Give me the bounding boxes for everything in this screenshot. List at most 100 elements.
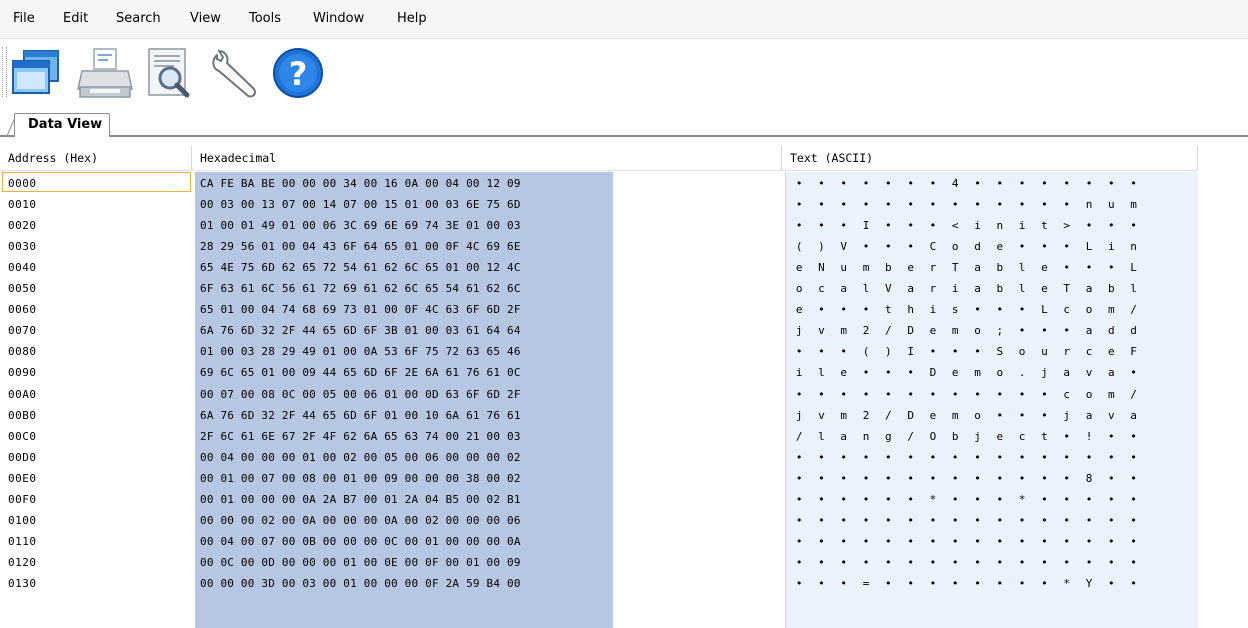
text-cell[interactable]: • • • • • • • • • • • • • • • • xyxy=(788,552,1192,573)
text-cell[interactable]: • • • • • • • • • • • • c o m / xyxy=(788,384,1192,405)
text-cell[interactable]: • • • () I • • • So u r c e F xyxy=(788,341,1192,362)
table-row[interactable]: 0080 01 00 03 28 29 49 01 00 0A 53 6F 75 … xyxy=(0,341,1248,362)
address-cell[interactable]: 00D0 xyxy=(8,447,37,468)
address-cell[interactable]: 0090 xyxy=(8,362,37,383)
hex-cell[interactable]: 01 00 03 28 29 49 01 00 0A 53 6F 75 72 6… xyxy=(200,341,521,362)
help-button[interactable]: ? xyxy=(272,45,330,101)
hex-cell[interactable]: 01 00 01 49 01 00 06 3C 69 6E 69 74 3E 0… xyxy=(200,215,521,236)
hex-cell[interactable]: 00 0C 00 0D 00 00 00 01 00 0E 00 0F 00 0… xyxy=(200,552,521,573)
text-cell[interactable]: • • • = • • • • • • • • * Y • • xyxy=(788,573,1192,594)
text-cell[interactable]: e • • • t h i s • • • Lc o m / xyxy=(788,299,1192,320)
address-cell[interactable]: 0130 xyxy=(8,573,37,594)
address-cell[interactable]: 0020 xyxy=(8,215,37,236)
text-cell[interactable]: • • • • • • • • • • • • • 8 • • xyxy=(788,468,1192,489)
address-cell[interactable]: 00C0 xyxy=(8,426,37,447)
address-cell[interactable]: 00F0 xyxy=(8,489,37,510)
address-cell[interactable]: 0050 xyxy=(8,278,37,299)
hex-cell[interactable]: 00 03 00 13 07 00 14 07 00 15 01 00 03 6… xyxy=(200,194,521,215)
hex-cell[interactable]: 6A 76 6D 32 2F 44 65 6D 6F 3B 01 00 03 6… xyxy=(200,320,521,341)
table-row[interactable]: 0030 28 29 56 01 00 04 43 6F 64 65 01 00 … xyxy=(0,236,1248,257)
address-cell[interactable]: 00E0 xyxy=(8,468,37,489)
text-cell[interactable]: • • • • • • • • • • • • • • • • xyxy=(788,510,1192,531)
address-cell[interactable]: 00B0 xyxy=(8,405,37,426)
address-cell[interactable]: 0070 xyxy=(8,320,37,341)
menu-search[interactable]: Search xyxy=(116,11,161,26)
table-row[interactable]: 0060 65 01 00 04 74 68 69 73 01 00 0F 4C … xyxy=(0,299,1248,320)
print-button[interactable] xyxy=(76,45,134,101)
hex-cell[interactable]: 00 01 00 00 00 0A 2A B7 00 01 2A 04 B5 0… xyxy=(200,489,521,510)
ascii-char: / xyxy=(1130,387,1137,401)
hex-cell[interactable]: 6F 63 61 6C 56 61 72 69 61 62 6C 65 54 6… xyxy=(200,278,521,299)
table-row[interactable]: 00B0 6A 76 6D 32 2F 44 65 6D 6F 01 00 10 … xyxy=(0,405,1248,426)
hex-cell[interactable]: 00 07 00 08 0C 00 05 00 06 01 00 0D 63 6… xyxy=(200,384,521,405)
hex-cell[interactable]: 65 01 00 04 74 68 69 73 01 00 0F 4C 63 6… xyxy=(200,299,521,320)
menu-file[interactable]: File xyxy=(13,11,35,26)
table-row[interactable]: 0040 65 4E 75 6D 62 65 72 54 61 62 6C 65 … xyxy=(0,257,1248,278)
column-header-hex[interactable]: Hexadecimal xyxy=(192,146,782,170)
ascii-char: • xyxy=(862,198,870,212)
open-windows-button[interactable] xyxy=(10,45,68,101)
table-row[interactable]: 0050 6F 63 61 6C 56 61 72 69 61 62 6C 65 … xyxy=(0,278,1248,299)
text-cell[interactable]: j v m 2/De m o • • • j a v a xyxy=(788,405,1192,426)
column-header-text[interactable]: Text (ASCII) xyxy=(782,146,1198,170)
text-cell[interactable]: e Nu m b e r Ta b l e • • • L xyxy=(788,257,1192,278)
text-cell[interactable]: ocalVariableTabl xyxy=(788,278,1192,299)
menu-edit[interactable]: Edit xyxy=(63,11,88,26)
table-row[interactable]: 0070 6A 76 6D 32 2F 44 65 6D 6F 3B 01 00 … xyxy=(0,320,1248,341)
address-cell[interactable]: 0110 xyxy=(8,531,37,552)
table-row[interactable]: 0100 00 00 00 02 00 0A 00 00 00 0A 00 02 … xyxy=(0,510,1248,531)
text-cell[interactable]: • • • • • • • • • • • • • n u m xyxy=(788,194,1192,215)
table-row[interactable]: 0120 00 0C 00 0D 00 00 00 01 00 0E 00 0F … xyxy=(0,552,1248,573)
hex-cell[interactable]: 6A 76 6D 32 2F 44 65 6D 6F 01 00 10 6A 6… xyxy=(200,405,521,426)
address-cell[interactable]: 00A0 xyxy=(8,384,37,405)
menu-bar: File Edit Search View Tools Window Help xyxy=(0,0,1248,39)
text-cell[interactable]: j v m 2/De m o; • • • a d d xyxy=(788,320,1192,341)
hex-cell[interactable]: CA FE BA BE 00 00 00 34 00 16 0A 00 04 0… xyxy=(200,173,521,194)
menu-help[interactable]: Help xyxy=(397,11,427,26)
text-cell[interactable]: • • • • • • • 4 • • • • • • • • xyxy=(788,173,1192,194)
table-row[interactable]: 0020 01 00 01 49 01 00 06 3C 69 6E 69 74 … xyxy=(0,215,1248,236)
address-cell[interactable]: 0100 xyxy=(8,510,37,531)
table-row[interactable]: 0010 00 03 00 13 07 00 14 07 00 15 01 00 … xyxy=(0,194,1248,215)
table-row[interactable]: 0090 69 6C 65 01 00 09 44 65 6D 6F 2E 6A … xyxy=(0,362,1248,383)
toolbar-grip[interactable] xyxy=(2,47,7,97)
menu-window[interactable]: Window xyxy=(313,11,364,26)
hex-cell[interactable]: 69 6C 65 01 00 09 44 65 6D 6F 2E 6A 61 7… xyxy=(200,362,521,383)
hex-cell[interactable]: 28 29 56 01 00 04 43 6F 64 65 01 00 0F 4… xyxy=(200,236,521,257)
hex-cell[interactable]: 65 4E 75 6D 62 65 72 54 61 62 6C 65 01 0… xyxy=(200,257,521,278)
table-row[interactable]: 0130 00 00 00 3D 00 03 00 01 00 00 00 0F … xyxy=(0,573,1248,594)
address-cell[interactable]: 0120 xyxy=(8,552,37,573)
text-cell[interactable]: • • • I • • • < i n i t > • • • xyxy=(788,215,1192,236)
text-cell[interactable]: • • • • • • * • • • * • • • • • xyxy=(788,489,1192,510)
column-header-address[interactable]: Address (Hex) xyxy=(0,146,192,170)
hex-cell[interactable]: 00 01 00 07 00 08 00 01 00 09 00 00 00 3… xyxy=(200,468,521,489)
text-cell[interactable]: • • • • • • • • • • • • • • • • xyxy=(788,447,1192,468)
table-row[interactable]: 00E0 00 01 00 07 00 08 00 01 00 09 00 00 … xyxy=(0,468,1248,489)
table-row[interactable]: 0000 CA FE BA BE 00 00 00 34 00 16 0A 00 … xyxy=(0,173,1248,194)
print-preview-button[interactable] xyxy=(143,45,201,101)
address-cell[interactable]: 0030 xyxy=(8,236,37,257)
table-row[interactable]: 0110 00 04 00 07 00 0B 00 00 00 0C 00 01 … xyxy=(0,531,1248,552)
ascii-char: • xyxy=(1018,576,1026,590)
settings-button[interactable] xyxy=(207,45,265,101)
address-cell[interactable]: 0040 xyxy=(8,257,37,278)
hex-cell[interactable]: 00 00 00 02 00 0A 00 00 00 0A 00 02 00 0… xyxy=(200,510,521,531)
address-cell[interactable]: 0000 xyxy=(8,173,37,194)
menu-tools[interactable]: Tools xyxy=(249,11,281,26)
table-row[interactable]: 00C0 2F 6C 61 6E 67 2F 4F 62 6A 65 63 74 … xyxy=(0,426,1248,447)
hex-cell[interactable]: 00 04 00 00 00 01 00 02 00 05 00 06 00 0… xyxy=(200,447,521,468)
text-cell[interactable]: • • • • • • • • • • • • • • • • xyxy=(788,531,1192,552)
table-row[interactable]: 00D0 00 04 00 00 00 01 00 02 00 05 00 06 … xyxy=(0,447,1248,468)
text-cell[interactable]: i l e • • • De m o. j a v a • xyxy=(788,362,1192,383)
hex-cell[interactable]: 00 00 00 3D 00 03 00 01 00 00 00 0F 2A 5… xyxy=(200,573,521,594)
hex-cell[interactable]: 00 04 00 07 00 0B 00 00 00 0C 00 01 00 0… xyxy=(200,531,521,552)
address-cell[interactable]: 0010 xyxy=(8,194,37,215)
text-cell[interactable]: () V • • • Co d e • • • Li n xyxy=(788,236,1192,257)
text-cell[interactable]: / l a n g / Ob j e c t •! • • xyxy=(788,426,1192,447)
table-row[interactable]: 00A0 00 07 00 08 0C 00 05 00 06 01 00 0D … xyxy=(0,384,1248,405)
menu-view[interactable]: View xyxy=(190,11,221,26)
table-row[interactable]: 00F0 00 01 00 00 00 0A 2A B7 00 01 2A 04 … xyxy=(0,489,1248,510)
address-cell[interactable]: 0060 xyxy=(8,299,37,320)
hex-cell[interactable]: 2F 6C 61 6E 67 2F 4F 62 6A 65 63 74 00 2… xyxy=(200,426,521,447)
address-cell[interactable]: 0080 xyxy=(8,341,37,362)
